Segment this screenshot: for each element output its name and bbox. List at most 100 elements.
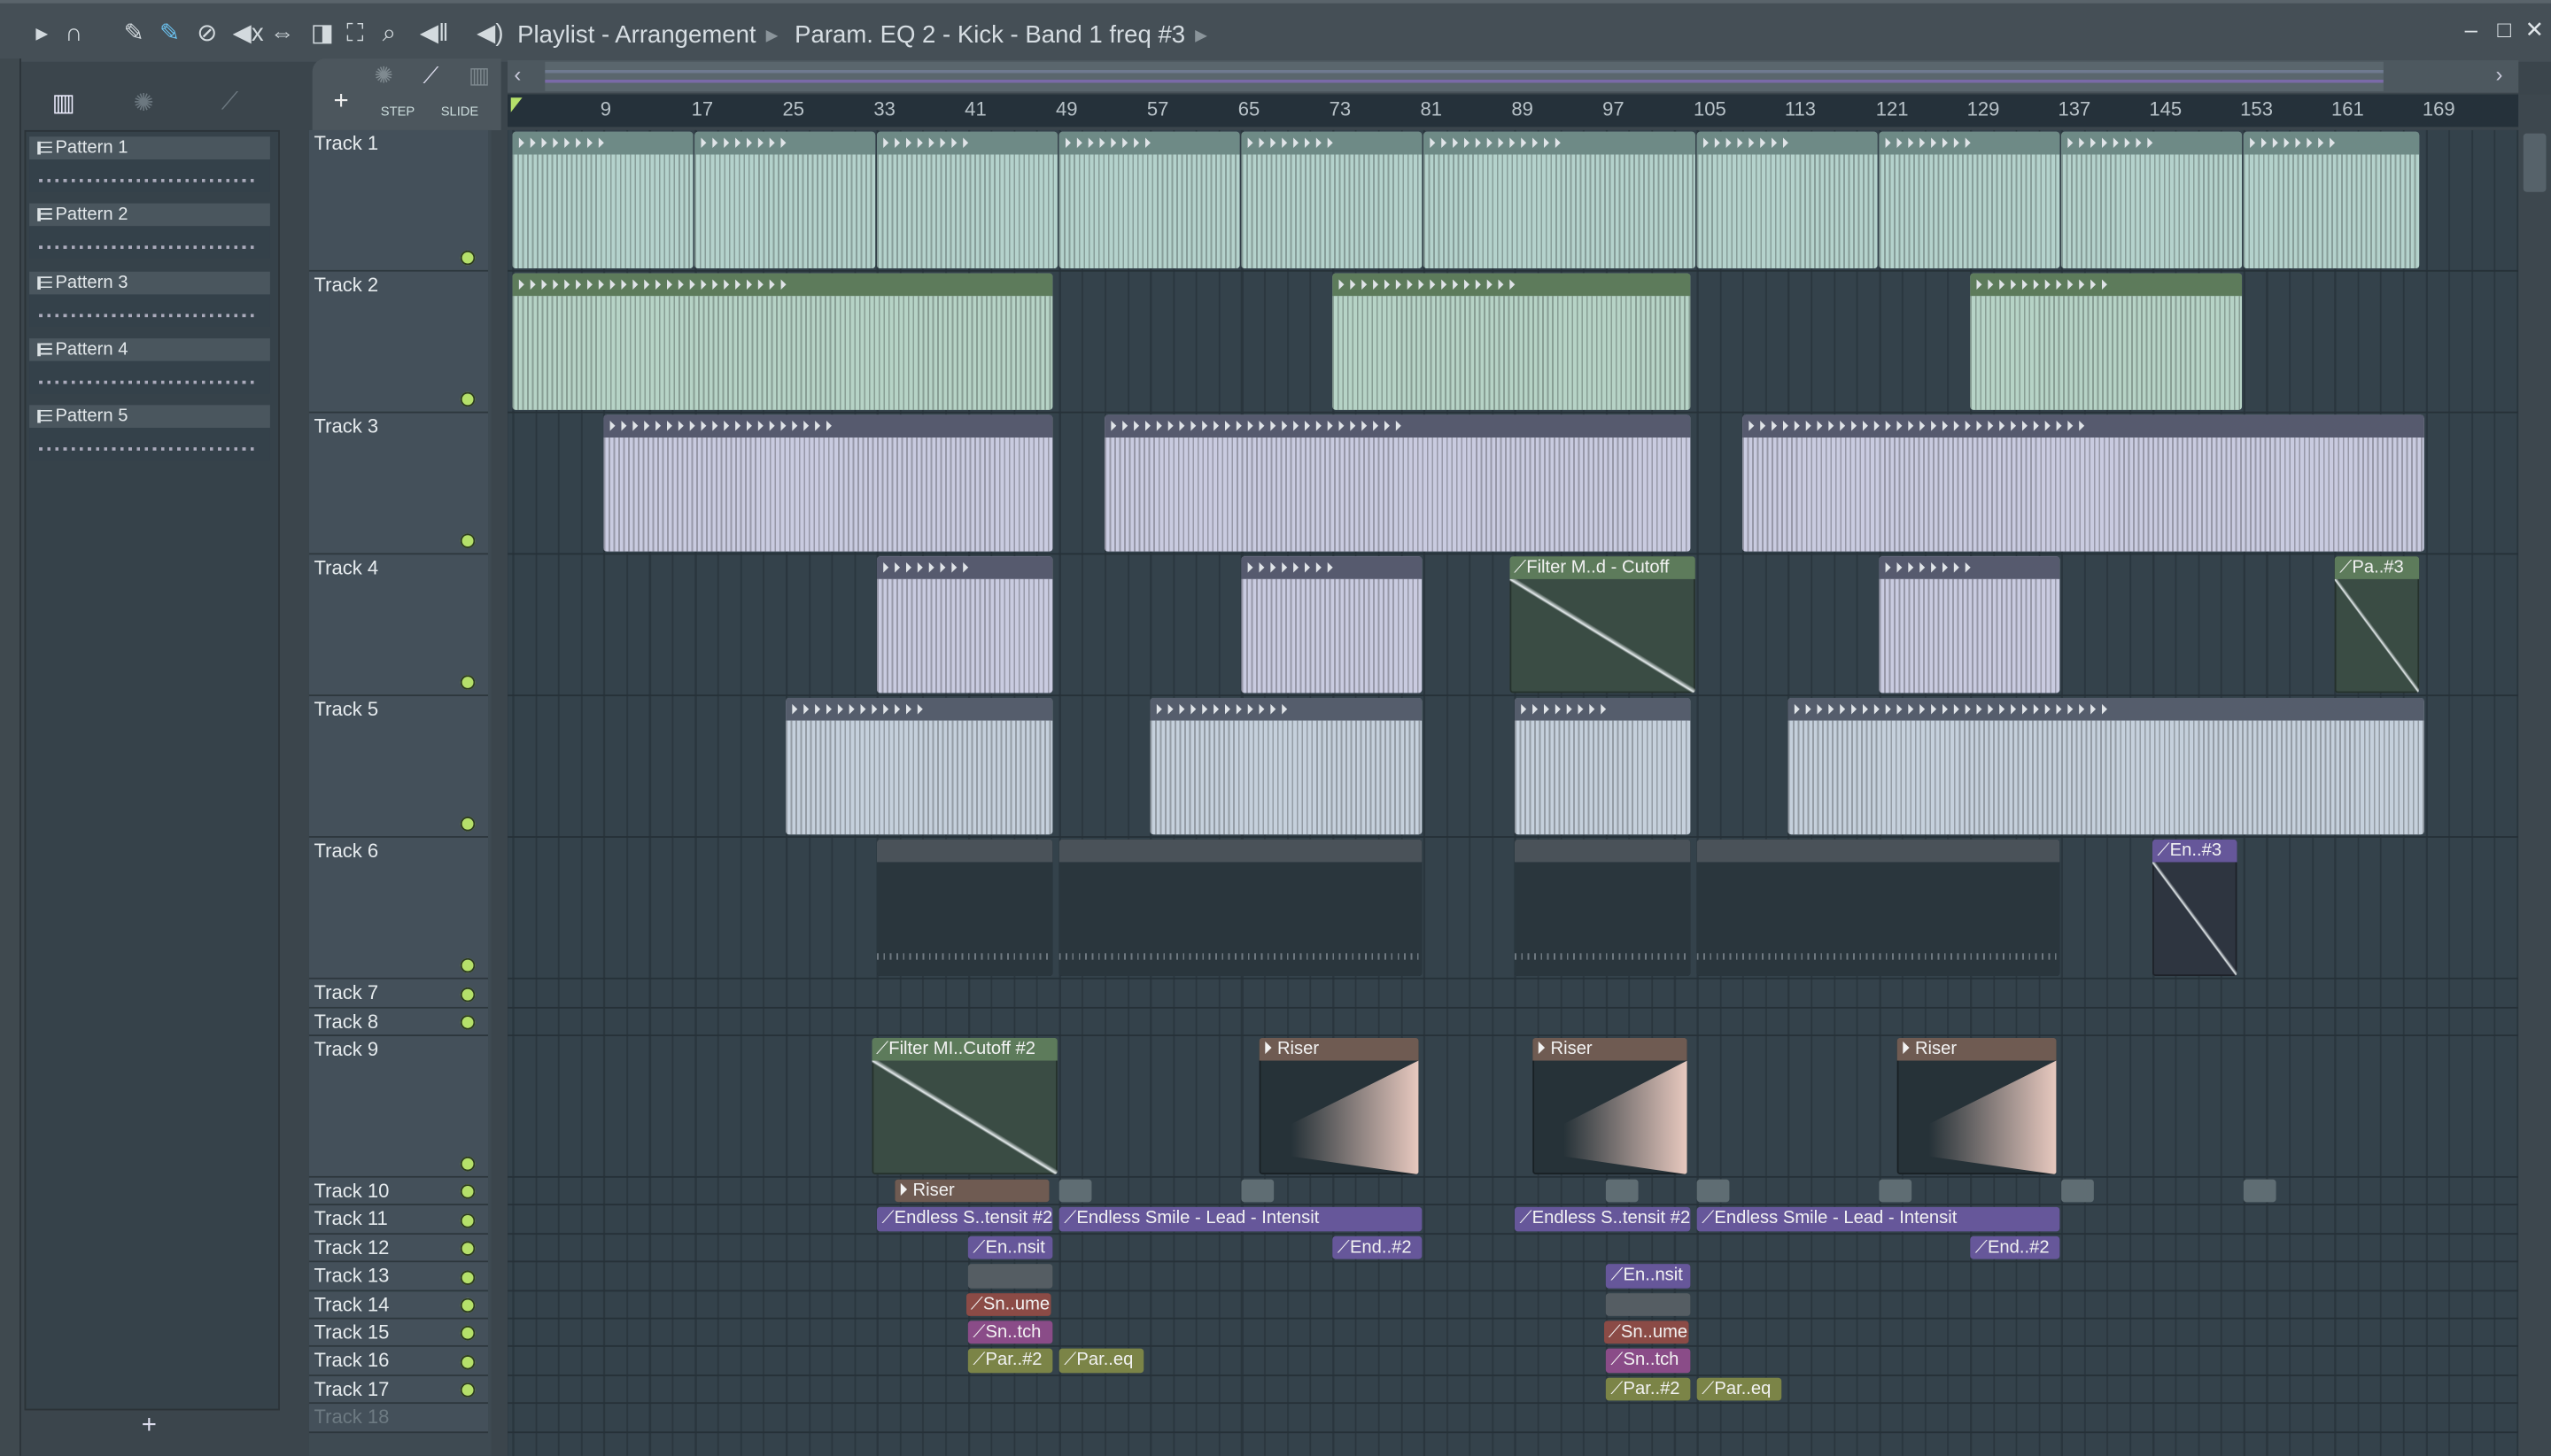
playlist-clip[interactable]: ⏵ ⏵ ⏵ ⏵ ⏵ ⏵ ⏵ ⏵ ⏵ ⏵ ⏵ ⏵ ⏵ ⏵ ⏵ ⏵ ⏵ ⏵ ⏵ ⏵ … xyxy=(1105,414,1690,552)
playlist-clip[interactable]: ⏵ ⏵ ⏵ ⏵ ⏵ ⏵ ⏵ ⏵ xyxy=(1241,556,1423,693)
playlist-clip[interactable] xyxy=(1241,1179,1275,1204)
playlist-clip[interactable]: ⏵ Riser xyxy=(1896,1037,2057,1175)
playlist-clip[interactable]: ⟋End..#2 xyxy=(1332,1235,1423,1259)
scroll-left-icon[interactable]: ‹ xyxy=(514,62,521,87)
audio-wave-icon[interactable]: ✺ xyxy=(134,88,154,117)
clip-header[interactable]: ⏵ ⏵ ⏵ ⏵ ⏵ ⏵ ⏵ ⏵ ⏵ ⏵ ⏵ ⏵ xyxy=(1150,697,1423,721)
track-enable-led[interactable] xyxy=(460,1326,476,1342)
track-header[interactable]: Track 5 xyxy=(308,696,489,838)
track-header[interactable]: Track 17 xyxy=(308,1375,489,1405)
playlist-clip[interactable]: ⟋Par..#2 xyxy=(967,1349,1052,1373)
vertical-scrollbar[interactable] xyxy=(2518,94,2551,1456)
playlist-clip[interactable]: ⟋Endless S..tensit #2 xyxy=(1514,1207,1690,1232)
playlist-clip[interactable]: ⏵ ⏵ ⏵ ⏵ ⏵ ⏵ ⏵ ⏵ ⏵ ⏵ ⏵ ⏵ xyxy=(1970,273,2243,410)
clip-header[interactable]: ⏵ ⏵ ⏵ ⏵ ⏵ ⏵ ⏵ ⏵ xyxy=(1514,697,1690,721)
track-enable-led[interactable] xyxy=(460,1382,476,1398)
playlist-clip[interactable] xyxy=(1058,839,1423,977)
playlist-clip[interactable]: ⟋Pa..#3 xyxy=(2334,556,2419,693)
track-name[interactable]: Track 9 xyxy=(314,1038,378,1061)
playlist-grid[interactable]: ⏵ ⏵ ⏵ ⏵ ⏵ ⏵ ⏵ ⏵ ⏵ ⏵ ⏵ ⏵ ⏵ ⏵ ⏵ ⏵ ⏵ ⏵ ⏵ ⏵ … xyxy=(508,129,2519,1456)
clip-header[interactable] xyxy=(967,1264,1052,1288)
track-header[interactable]: Track 11 xyxy=(308,1205,489,1235)
track-enable-led[interactable] xyxy=(460,1269,476,1285)
playlist-clip[interactable]: ⏵ ⏵ ⏵ ⏵ ⏵ ⏵ ⏵ ⏵ ⏵ ⏵ ⏵ ⏵ xyxy=(1150,697,1423,835)
paint-icon[interactable]: ✎ xyxy=(159,19,180,49)
playlist-clip[interactable] xyxy=(1879,1179,1912,1204)
track-enable-led[interactable] xyxy=(460,675,476,690)
playlist-clip[interactable]: ⏵ ⏵ ⏵ ⏵ ⏵ ⏵ ⏵ ⏵ ⏵ ⏵ ⏵ ⏵ xyxy=(1423,131,1695,269)
track-name[interactable]: Track 7 xyxy=(314,981,378,1004)
track-enable-led[interactable] xyxy=(460,987,476,1003)
clip-header[interactable]: ⏵ ⏵ ⏵ ⏵ ⏵ ⏵ ⏵ ⏵ xyxy=(876,131,1058,155)
track-enable-led[interactable] xyxy=(460,817,476,832)
playlist-clip[interactable]: ⟋Sn..ume xyxy=(1603,1320,1690,1344)
clip-header[interactable] xyxy=(876,839,1052,863)
clip-header[interactable]: ⟋En..nsit xyxy=(967,1235,1052,1259)
playlist-clip[interactable] xyxy=(1696,839,2060,977)
clip-header[interactable] xyxy=(1058,839,1423,863)
playlist-clip[interactable]: ⏵ ⏵ ⏵ ⏵ ⏵ ⏵ ⏵ ⏵ xyxy=(1058,131,1240,269)
playlist-clip[interactable]: ⟋Endless Smile - Lead - Intensit xyxy=(1696,1207,2060,1232)
clip-header[interactable]: ⏵ Riser xyxy=(1896,1037,2057,1061)
track-name[interactable]: Track 5 xyxy=(314,698,378,721)
track-name[interactable]: Track 11 xyxy=(314,1208,387,1231)
step-label[interactable]: STEP xyxy=(381,105,415,120)
clip-header[interactable]: ⟋Par..#2 xyxy=(1605,1377,1690,1401)
playlist-clip[interactable]: ⟋End..#2 xyxy=(1970,1235,2060,1259)
playlist-clip[interactable]: ⏵ ⏵ ⏵ ⏵ ⏵ ⏵ ⏵ ⏵ xyxy=(1241,131,1423,269)
clip-header[interactable]: ⟋Endless S..tensit #2 xyxy=(876,1207,1052,1232)
clip-header[interactable] xyxy=(1696,839,2060,863)
magnet-icon[interactable]: ∩ xyxy=(65,19,82,49)
clip-header[interactable]: ⏵ ⏵ ⏵ ⏵ ⏵ ⏵ ⏵ ⏵ ⏵ ⏵ ⏵ ⏵ ⏵ ⏵ ⏵ ⏵ ⏵ ⏵ ⏵ ⏵ … xyxy=(512,273,1052,297)
clip-header[interactable]: ⟋Par..eq xyxy=(1696,1377,1781,1401)
playhead-marker[interactable] xyxy=(510,97,523,112)
track-header[interactable]: Track 16 xyxy=(308,1347,489,1376)
playlist-clip[interactable]: ⟋Endless Smile - Lead - Intensit xyxy=(1058,1207,1423,1232)
clip-header[interactable]: ⟋End..#2 xyxy=(1332,1235,1423,1259)
track-name[interactable]: Track 14 xyxy=(314,1292,389,1315)
maximize-button[interactable]: □ xyxy=(2497,16,2511,42)
playlist-clip[interactable] xyxy=(1058,1179,1092,1204)
track-enable-led[interactable] xyxy=(460,1212,476,1228)
slide-label[interactable]: SLIDE xyxy=(441,105,478,120)
clip-header[interactable]: ⏵ Riser xyxy=(1531,1037,1687,1061)
clip-header[interactable]: ⟋Par..#2 xyxy=(967,1349,1052,1373)
track-header[interactable]: Track 4 xyxy=(308,554,489,697)
clip-header[interactable]: ⏵ ⏵ ⏵ ⏵ ⏵ ⏵ ⏵ ⏵ xyxy=(1696,131,1878,155)
clip-header[interactable]: ⏵ ⏵ ⏵ ⏵ ⏵ ⏵ ⏵ ⏵ xyxy=(2243,131,2419,155)
pattern-item[interactable]: Pattern 4 xyxy=(29,337,270,400)
clip-header[interactable]: ⏵ ⏵ ⏵ ⏵ ⏵ ⏵ ⏵ ⏵ xyxy=(1241,131,1423,155)
playback-icon[interactable]: ◀‖ xyxy=(420,19,449,49)
track-header[interactable]: Track 9 xyxy=(308,1035,489,1178)
playlist-clip[interactable]: ⏵ ⏵ ⏵ ⏵ ⏵ ⏵ ⏵ ⏵ xyxy=(512,131,694,269)
browser-collapsed-strip[interactable] xyxy=(0,58,21,1456)
clip-header[interactable]: ⏵ ⏵ ⏵ ⏵ ⏵ ⏵ ⏵ ⏵ ⏵ ⏵ ⏵ ⏵ ⏵ ⏵ ⏵ ⏵ xyxy=(1332,273,1690,297)
playlist-clip[interactable]: ⏵ ⏵ ⏵ ⏵ ⏵ ⏵ ⏵ ⏵ xyxy=(2061,131,2243,269)
breadcrumb-target[interactable]: Param. EQ 2 - Kick - Band 1 freq #3 xyxy=(795,21,1185,49)
clip-header[interactable]: ⏵ ⏵ ⏵ ⏵ ⏵ ⏵ ⏵ ⏵ ⏵ ⏵ ⏵ ⏵ ⏵ ⏵ ⏵ ⏵ ⏵ ⏵ ⏵ ⏵ … xyxy=(1787,697,2424,721)
playlist-clip[interactable]: ⟋Filter MI..Cutoff #2 xyxy=(871,1037,1058,1175)
clip-header[interactable]: ⟋Pa..#3 xyxy=(2334,556,2419,579)
track-header[interactable]: Track 15 xyxy=(308,1319,489,1348)
playlist-clip[interactable]: ⏵ Riser xyxy=(1531,1037,1687,1175)
track-name[interactable]: Track 4 xyxy=(314,556,378,579)
playlist-clip[interactable] xyxy=(1696,1179,1730,1204)
clip-header[interactable]: ⏵ ⏵ ⏵ ⏵ ⏵ ⏵ ⏵ ⏵ ⏵ ⏵ ⏵ ⏵ ⏵ ⏵ ⏵ ⏵ ⏵ ⏵ ⏵ ⏵ xyxy=(603,414,1052,438)
playlist-clip[interactable]: ⏵ ⏵ ⏵ ⏵ ⏵ ⏵ ⏵ ⏵ xyxy=(1514,697,1690,835)
playlist-clip[interactable] xyxy=(1605,1179,1639,1204)
playlist-clip[interactable] xyxy=(1514,839,1690,977)
clip-header[interactable]: ⏵ ⏵ ⏵ ⏵ ⏵ ⏵ ⏵ ⏵ ⏵ ⏵ ⏵ ⏵ xyxy=(1970,273,2243,297)
clip-header[interactable] xyxy=(1879,1179,1912,1204)
speaker-icon[interactable]: ◀) xyxy=(477,19,503,49)
playlist-clip[interactable]: ⟋En..#3 xyxy=(2152,839,2237,977)
clip-header[interactable] xyxy=(2061,1179,2094,1204)
clip-header[interactable]: ⏵ ⏵ ⏵ ⏵ ⏵ ⏵ ⏵ ⏵ xyxy=(1879,556,2060,579)
clip-header[interactable]: ⟋Sn..ume xyxy=(965,1292,1052,1316)
piano-icon[interactable]: ▥ xyxy=(469,62,490,89)
clip-header[interactable] xyxy=(2243,1179,2276,1204)
clip-header[interactable]: ⟋Endless Smile - Lead - Intensit xyxy=(1058,1207,1423,1232)
clip-header[interactable]: ⏵ ⏵ ⏵ ⏵ ⏵ ⏵ ⏵ ⏵ xyxy=(694,131,876,155)
track-name[interactable]: Track 17 xyxy=(314,1377,389,1400)
clip-header[interactable]: ⟋En..#3 xyxy=(2152,839,2237,863)
track-header[interactable]: Track 1 xyxy=(308,129,489,272)
